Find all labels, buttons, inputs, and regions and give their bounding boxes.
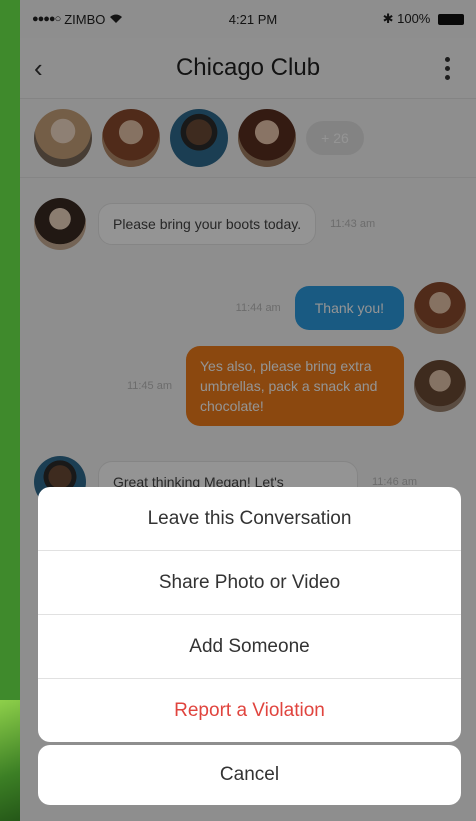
cancel-sheet: Cancel [38, 745, 461, 805]
report-violation-button[interactable]: Report a Violation [38, 679, 461, 742]
share-photo-video-button[interactable]: Share Photo or Video [38, 551, 461, 615]
phone-screen: ●●●●○ ZIMBO 4:21 PM ✱ 100% ‹ Chicago Clu… [20, 0, 476, 821]
leave-conversation-button[interactable]: Leave this Conversation [38, 487, 461, 551]
action-sheet: Leave this Conversation Share Photo or V… [38, 487, 461, 742]
add-someone-button[interactable]: Add Someone [38, 615, 461, 679]
cancel-button[interactable]: Cancel [38, 745, 461, 805]
